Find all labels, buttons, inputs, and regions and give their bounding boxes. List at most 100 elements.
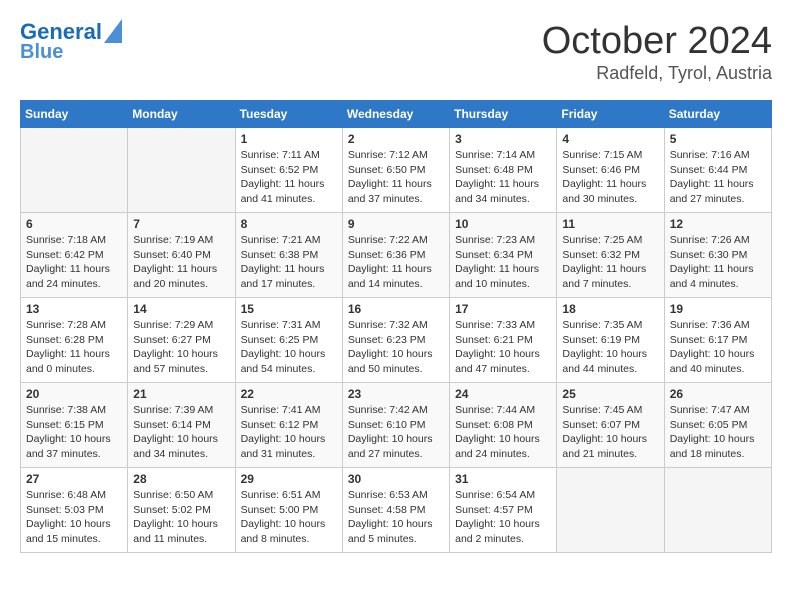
- day-number: 20: [26, 387, 122, 401]
- calendar-week-row: 6 Sunrise: 7:18 AM Sunset: 6:42 PM Daylig…: [21, 213, 772, 298]
- day-number: 24: [455, 387, 551, 401]
- logo-icon: [104, 19, 122, 43]
- day-info: Sunrise: 7:15 AM Sunset: 6:46 PM Dayligh…: [562, 148, 658, 207]
- day-info: Sunrise: 6:48 AM Sunset: 5:03 PM Dayligh…: [26, 488, 122, 547]
- calendar-day-cell: 7Sunrise: 7:19 AM Sunset: 6:40 PM Daylig…: [128, 213, 235, 298]
- calendar-day-cell: 29 Sunrise: 6:51 AM Sunset: 5:00 PM Dayli…: [235, 468, 342, 553]
- calendar-day-cell: 30Sunrise: 6:53 AM Sunset: 4:58 PM Dayli…: [342, 468, 449, 553]
- calendar-day-cell: 20 Sunrise: 7:38 AM Sunset: 6:15 PM Dayli…: [21, 383, 128, 468]
- day-number: 9: [348, 217, 444, 231]
- day-number: 4: [562, 132, 658, 146]
- location-title: Radfeld, Tyrol, Austria: [542, 63, 772, 84]
- day-number: 31: [455, 472, 551, 486]
- calendar-day-cell: 3 Sunrise: 7:14 AM Sunset: 6:48 PM Daylig…: [450, 128, 557, 213]
- day-info: Sunrise: 6:54 AM Sunset: 4:57 PM Dayligh…: [455, 488, 551, 547]
- day-info: Sunrise: 7:21 AM Sunset: 6:38 PM Dayligh…: [241, 233, 337, 292]
- calendar-day-cell: [557, 468, 664, 553]
- day-info: Sunrise: 7:45 AM Sunset: 6:07 PM Dayligh…: [562, 403, 658, 462]
- day-info: Sunrise: 7:23 AM Sunset: 6:34 PM Dayligh…: [455, 233, 551, 292]
- weekday-header: Saturday: [664, 101, 771, 128]
- day-number: 16: [348, 302, 444, 316]
- day-number: 1: [241, 132, 337, 146]
- day-number: 27: [26, 472, 122, 486]
- calendar-table: SundayMondayTuesdayWednesdayThursdayFrid…: [20, 100, 772, 553]
- day-info: Sunrise: 7:39 AM Sunset: 6:14 PM Dayligh…: [133, 403, 229, 462]
- page-header: General Blue October 2024 Radfeld, Tyrol…: [20, 20, 772, 84]
- day-number: 28: [133, 472, 229, 486]
- day-info: Sunrise: 7:36 AM Sunset: 6:17 PM Dayligh…: [670, 318, 766, 377]
- calendar-week-row: 20 Sunrise: 7:38 AM Sunset: 6:15 PM Dayli…: [21, 383, 772, 468]
- day-number: 5: [670, 132, 766, 146]
- day-info: Sunrise: 6:51 AM Sunset: 5:00 PM Dayligh…: [241, 488, 337, 547]
- day-info: Sunrise: 7:38 AM Sunset: 6:15 PM Dayligh…: [26, 403, 122, 462]
- day-info: Sunrise: 7:35 AM Sunset: 6:19 PM Dayligh…: [562, 318, 658, 377]
- weekday-header: Sunday: [21, 101, 128, 128]
- calendar-header-row: SundayMondayTuesdayWednesdayThursdayFrid…: [21, 101, 772, 128]
- calendar-day-cell: 17Sunrise: 7:33 AM Sunset: 6:21 PM Dayli…: [450, 298, 557, 383]
- calendar-day-cell: [21, 128, 128, 213]
- calendar-day-cell: 19 Sunrise: 7:36 AM Sunset: 6:17 PM Dayli…: [664, 298, 771, 383]
- calendar-day-cell: 12Sunrise: 7:26 AM Sunset: 6:30 PM Dayli…: [664, 213, 771, 298]
- calendar-week-row: 27 Sunrise: 6:48 AM Sunset: 5:03 PM Dayli…: [21, 468, 772, 553]
- calendar-day-cell: 25 Sunrise: 7:45 AM Sunset: 6:07 PM Dayli…: [557, 383, 664, 468]
- day-number: 11: [562, 217, 658, 231]
- calendar-day-cell: 5 Sunrise: 7:16 AM Sunset: 6:44 PM Daylig…: [664, 128, 771, 213]
- day-info: Sunrise: 7:14 AM Sunset: 6:48 PM Dayligh…: [455, 148, 551, 207]
- day-number: 29: [241, 472, 337, 486]
- day-info: Sunrise: 7:25 AM Sunset: 6:32 PM Dayligh…: [562, 233, 658, 292]
- day-number: 26: [670, 387, 766, 401]
- day-number: 12: [670, 217, 766, 231]
- calendar-day-cell: 10 Sunrise: 7:23 AM Sunset: 6:34 PM Dayli…: [450, 213, 557, 298]
- day-info: Sunrise: 7:42 AM Sunset: 6:10 PM Dayligh…: [348, 403, 444, 462]
- day-number: 13: [26, 302, 122, 316]
- day-number: 23: [348, 387, 444, 401]
- weekday-header: Friday: [557, 101, 664, 128]
- calendar-day-cell: 23 Sunrise: 7:42 AM Sunset: 6:10 PM Dayli…: [342, 383, 449, 468]
- day-info: Sunrise: 7:22 AM Sunset: 6:36 PM Dayligh…: [348, 233, 444, 292]
- day-number: 15: [241, 302, 337, 316]
- calendar-day-cell: [664, 468, 771, 553]
- calendar-week-row: 1 Sunrise: 7:11 AM Sunset: 6:52 PM Daylig…: [21, 128, 772, 213]
- logo: General Blue: [20, 20, 122, 63]
- calendar-day-cell: 9 Sunrise: 7:22 AM Sunset: 6:36 PM Daylig…: [342, 213, 449, 298]
- day-info: Sunrise: 7:16 AM Sunset: 6:44 PM Dayligh…: [670, 148, 766, 207]
- day-info: Sunrise: 7:18 AM Sunset: 6:42 PM Dayligh…: [26, 233, 122, 292]
- day-info: Sunrise: 7:44 AM Sunset: 6:08 PM Dayligh…: [455, 403, 551, 462]
- day-number: 19: [670, 302, 766, 316]
- calendar-week-row: 13Sunrise: 7:28 AM Sunset: 6:28 PM Dayli…: [21, 298, 772, 383]
- day-number: 14: [133, 302, 229, 316]
- calendar-day-cell: 6 Sunrise: 7:18 AM Sunset: 6:42 PM Daylig…: [21, 213, 128, 298]
- day-number: 6: [26, 217, 122, 231]
- calendar-day-cell: [128, 128, 235, 213]
- day-number: 25: [562, 387, 658, 401]
- month-title: October 2024: [542, 20, 772, 63]
- calendar-day-cell: 22 Sunrise: 7:41 AM Sunset: 6:12 PM Dayli…: [235, 383, 342, 468]
- calendar-day-cell: 13Sunrise: 7:28 AM Sunset: 6:28 PM Dayli…: [21, 298, 128, 383]
- weekday-header: Tuesday: [235, 101, 342, 128]
- logo-text-blue: Blue: [20, 41, 63, 63]
- calendar-day-cell: 2 Sunrise: 7:12 AM Sunset: 6:50 PM Daylig…: [342, 128, 449, 213]
- day-info: Sunrise: 7:41 AM Sunset: 6:12 PM Dayligh…: [241, 403, 337, 462]
- weekday-header: Thursday: [450, 101, 557, 128]
- day-info: Sunrise: 7:32 AM Sunset: 6:23 PM Dayligh…: [348, 318, 444, 377]
- calendar-day-cell: 11 Sunrise: 7:25 AM Sunset: 6:32 PM Dayli…: [557, 213, 664, 298]
- title-block: October 2024 Radfeld, Tyrol, Austria: [542, 20, 772, 84]
- day-number: 22: [241, 387, 337, 401]
- day-info: Sunrise: 6:53 AM Sunset: 4:58 PM Dayligh…: [348, 488, 444, 547]
- calendar-day-cell: 15Sunrise: 7:31 AM Sunset: 6:25 PM Dayli…: [235, 298, 342, 383]
- day-number: 17: [455, 302, 551, 316]
- day-info: Sunrise: 7:12 AM Sunset: 6:50 PM Dayligh…: [348, 148, 444, 207]
- calendar-day-cell: 8Sunrise: 7:21 AM Sunset: 6:38 PM Daylig…: [235, 213, 342, 298]
- weekday-header: Wednesday: [342, 101, 449, 128]
- day-info: Sunrise: 7:11 AM Sunset: 6:52 PM Dayligh…: [241, 148, 337, 207]
- day-number: 10: [455, 217, 551, 231]
- calendar-day-cell: 24 Sunrise: 7:44 AM Sunset: 6:08 PM Dayli…: [450, 383, 557, 468]
- day-number: 3: [455, 132, 551, 146]
- calendar-day-cell: 21Sunrise: 7:39 AM Sunset: 6:14 PM Dayli…: [128, 383, 235, 468]
- calendar-day-cell: 31 Sunrise: 6:54 AM Sunset: 4:57 PM Dayli…: [450, 468, 557, 553]
- calendar-day-cell: 1 Sunrise: 7:11 AM Sunset: 6:52 PM Daylig…: [235, 128, 342, 213]
- calendar-day-cell: 16 Sunrise: 7:32 AM Sunset: 6:23 PM Dayli…: [342, 298, 449, 383]
- day-number: 2: [348, 132, 444, 146]
- day-info: Sunrise: 6:50 AM Sunset: 5:02 PM Dayligh…: [133, 488, 229, 547]
- day-info: Sunrise: 7:29 AM Sunset: 6:27 PM Dayligh…: [133, 318, 229, 377]
